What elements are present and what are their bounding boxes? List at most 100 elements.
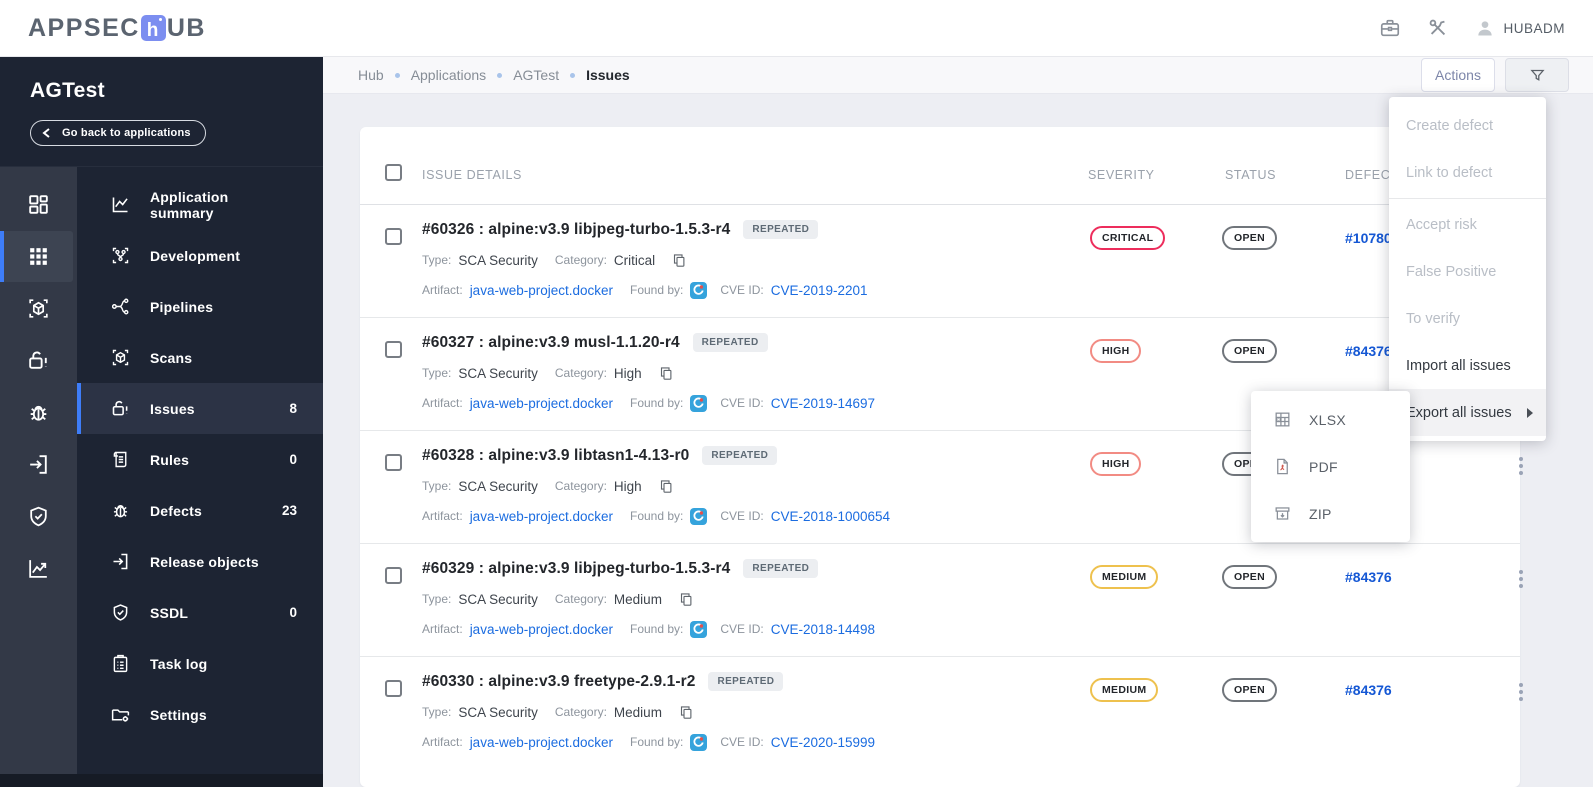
defect-link[interactable]: #84376	[1345, 343, 1392, 359]
artifact-link[interactable]: java-web-project.docker	[470, 735, 613, 750]
menu-item-to-verify[interactable]: To verify	[1389, 295, 1546, 342]
row-checkbox[interactable]	[385, 567, 402, 584]
cve-link[interactable]: CVE-2020-15999	[771, 735, 875, 750]
clipboard-icon	[110, 653, 131, 674]
row-checkbox[interactable]	[385, 341, 402, 358]
issue-title[interactable]: #60327 : alpine:v3.9 musl-1.1.20-r4	[422, 334, 680, 352]
repeated-badge: REPEATED	[702, 446, 778, 465]
copy-icon[interactable]	[672, 253, 687, 268]
kebab-menu-icon[interactable]	[1512, 455, 1530, 477]
cve-link[interactable]: CVE-2019-2201	[771, 283, 868, 298]
issue-row: #60326 : alpine:v3.9 libjpeg-turbo-1.5.3…	[360, 205, 1523, 318]
menu-item-export-zip[interactable]: ZIP	[1251, 490, 1410, 537]
rail-reports-icon[interactable]	[0, 543, 77, 594]
go-back-button[interactable]: Go back to applications	[30, 120, 206, 146]
sidebar-item-settings[interactable]: Settings	[77, 689, 323, 740]
logo-text-left: APPSEC	[28, 13, 140, 42]
breadcrumb-agtest[interactable]: AGTest	[513, 67, 559, 83]
severity-badge: MEDIUM	[1090, 678, 1159, 702]
issue-row: #60329 : alpine:v3.9 libjpeg-turbo-1.5.3…	[360, 544, 1523, 657]
rail-dashboard-icon[interactable]	[0, 179, 77, 230]
branch-icon	[110, 245, 131, 266]
row-checkbox[interactable]	[385, 228, 402, 245]
cve-link[interactable]: CVE-2018-1000654	[771, 509, 890, 524]
sidebar-item-defects[interactable]: Defects 23	[77, 485, 323, 536]
cve-link[interactable]: CVE-2019-14697	[771, 396, 875, 411]
filter-button[interactable]	[1505, 58, 1569, 92]
scanner-logo-icon	[690, 507, 708, 525]
actions-button[interactable]: Actions	[1421, 58, 1495, 92]
sidebar-rail	[0, 167, 77, 774]
select-all-checkbox[interactable]	[385, 164, 402, 181]
kebab-menu-icon[interactable]	[1512, 681, 1530, 703]
copy-icon[interactable]	[659, 479, 674, 494]
rail-release-objects-icon[interactable]	[0, 439, 77, 490]
app-logo[interactable]: APPSEC h UB	[28, 14, 206, 43]
status-badge: OPEN	[1222, 565, 1277, 589]
issue-title[interactable]: #60330 : alpine:v3.9 freetype-2.9.1-r2	[422, 673, 695, 691]
issue-title[interactable]: #60329 : alpine:v3.9 libjpeg-turbo-1.5.3…	[422, 560, 730, 578]
user-menu[interactable]: HUBADM	[1475, 18, 1565, 38]
sidebar-item-issues[interactable]: Issues 8	[77, 383, 323, 434]
sidebar-item-development[interactable]: Development	[77, 230, 323, 281]
copy-icon[interactable]	[679, 592, 694, 607]
status-badge: OPEN	[1222, 226, 1277, 250]
defect-link[interactable]: #10780	[1345, 230, 1392, 246]
sidebar-item-pipelines[interactable]: Pipelines	[77, 281, 323, 332]
menu-item-false-positive[interactable]: False Positive	[1389, 248, 1546, 295]
menu-item-export-xlsx[interactable]: XLSX	[1251, 396, 1410, 443]
menu-item-export-pdf[interactable]: PDF	[1251, 443, 1410, 490]
rail-ssdl-icon[interactable]	[0, 491, 77, 542]
issue-type: SCA Security	[458, 478, 538, 494]
menu-item-link-to-defect[interactable]: Link to defect	[1389, 149, 1546, 196]
sidebar-item-application-summary[interactable]: Application summary	[77, 179, 323, 230]
rail-issues-icon[interactable]	[0, 335, 77, 386]
actions-dropdown-menu: Create defect Link to defect Accept risk…	[1389, 97, 1546, 441]
artifact-link[interactable]: java-web-project.docker	[470, 622, 613, 637]
row-checkbox[interactable]	[385, 454, 402, 471]
severity-badge: HIGH	[1090, 452, 1142, 476]
issue-category: Medium	[613, 591, 662, 607]
sidebar: AGTest Go back to applications Applicati…	[0, 57, 323, 787]
chevron-left-icon	[42, 128, 50, 138]
issue-title[interactable]: #60328 : alpine:v3.9 libtasn1-4.13-r0	[422, 447, 689, 465]
breadcrumb-separator	[394, 72, 400, 78]
breadcrumb-applications[interactable]: Applications	[411, 67, 487, 83]
artifact-link[interactable]: java-web-project.docker	[470, 283, 613, 298]
issue-type: SCA Security	[458, 252, 538, 268]
sidebar-item-release-objects[interactable]: Release objects	[77, 536, 323, 587]
export-box-icon	[110, 551, 131, 572]
sidebar-item-ssdl[interactable]: SSDL 0	[77, 587, 323, 638]
bug-icon	[110, 500, 131, 521]
pdf-file-icon	[1277, 458, 1288, 475]
briefcase-icon[interactable]	[1379, 17, 1401, 39]
rail-applications-icon[interactable]	[0, 231, 73, 282]
copy-icon[interactable]	[679, 705, 694, 720]
menu-item-import-all-issues[interactable]: Import all issues	[1389, 342, 1546, 389]
sidebar-item-task-log[interactable]: Task log	[77, 638, 323, 689]
artifact-link[interactable]: java-web-project.docker	[470, 396, 613, 411]
col-severity: SEVERITY	[1088, 168, 1155, 182]
menu-item-accept-risk[interactable]: Accept risk	[1389, 201, 1546, 248]
defect-link[interactable]: #84376	[1345, 682, 1392, 698]
tools-icon[interactable]	[1427, 17, 1449, 39]
issue-title[interactable]: #60326 : alpine:v3.9 libjpeg-turbo-1.5.3…	[422, 221, 730, 239]
sidebar-item-rules[interactable]: Rules 0	[77, 434, 323, 485]
row-checkbox[interactable]	[385, 680, 402, 697]
menu-item-export-all-issues[interactable]: Export all issues	[1389, 389, 1546, 436]
menu-item-create-defect[interactable]: Create defect	[1389, 102, 1546, 149]
artifact-link[interactable]: java-web-project.docker	[470, 509, 613, 524]
rail-defects-icon[interactable]	[0, 387, 77, 438]
scanner-logo-icon	[690, 281, 708, 299]
sidebar-item-scans[interactable]: Scans	[77, 332, 323, 383]
defect-link[interactable]: #84376	[1345, 569, 1392, 585]
breadcrumb-hub[interactable]: Hub	[358, 67, 384, 83]
folder-gear-icon	[110, 704, 131, 725]
rail-scans-icon[interactable]	[0, 283, 77, 334]
copy-icon[interactable]	[659, 366, 674, 381]
kebab-menu-icon[interactable]	[1512, 568, 1530, 590]
table-header: ISSUE DETAILS SEVERITY STATUS DEFECTS	[360, 127, 1520, 205]
breadcrumb: Hub Applications AGTest Issues	[358, 67, 630, 83]
export-submenu: XLSX PDF ZIP	[1251, 391, 1410, 542]
cve-link[interactable]: CVE-2018-14498	[771, 622, 875, 637]
